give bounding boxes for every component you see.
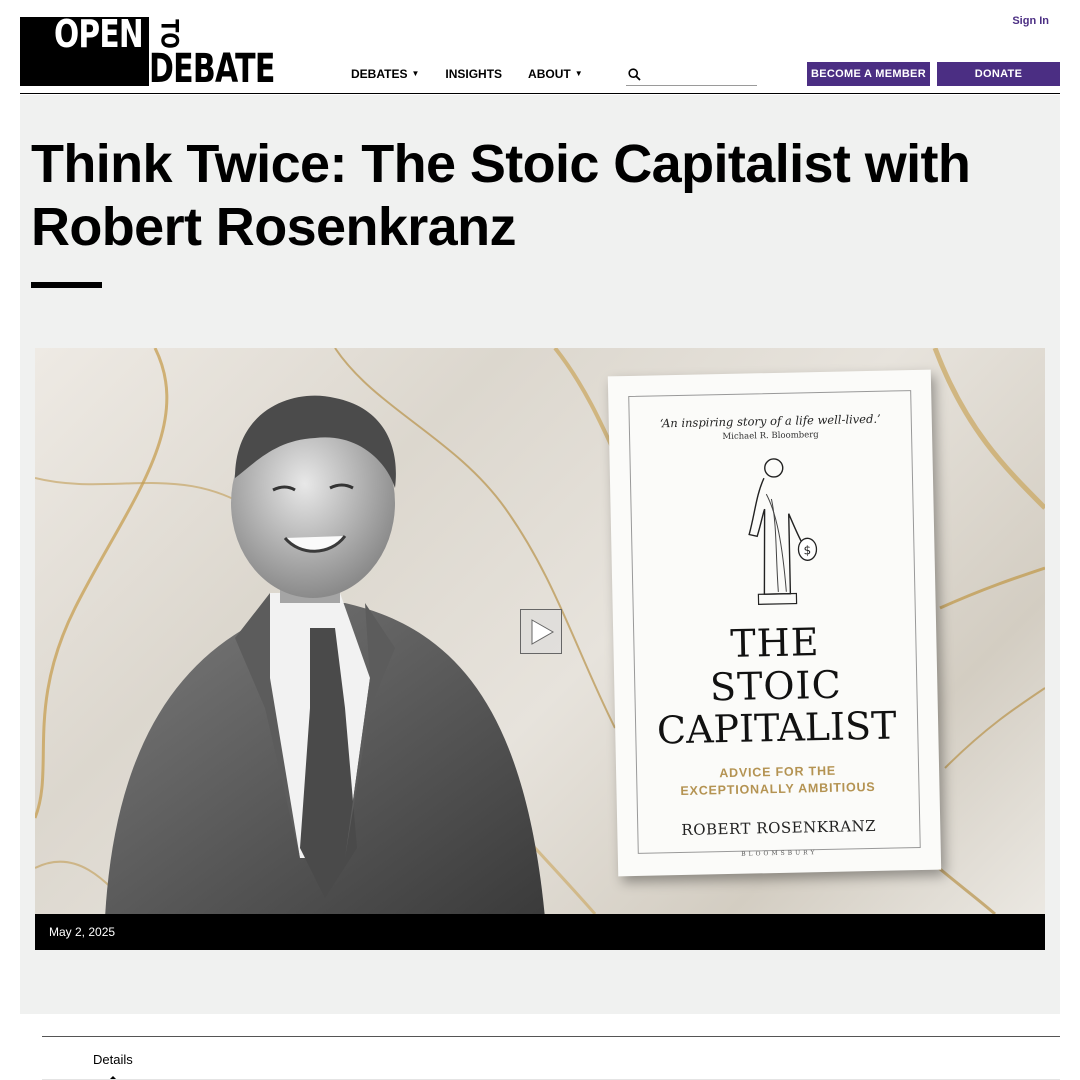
svg-text:$: $ xyxy=(803,543,811,557)
logo-word-open: OPEN xyxy=(54,12,144,56)
nav-item-label: DEBATES xyxy=(351,67,408,81)
book-subtitle: ADVICE FOR THE EXCEPTIONALLY AMBITIOUS xyxy=(637,761,919,801)
book-cover-frame: ‘An inspiring story of a life well-lived… xyxy=(628,390,921,858)
sign-in-link[interactable]: Sign In xyxy=(1012,15,1049,27)
video-player[interactable]: ‘An inspiring story of a life well-lived… xyxy=(35,348,1045,914)
search-input[interactable] xyxy=(646,65,754,83)
book-title-line: CAPITALIST xyxy=(656,703,897,753)
content-tabs: Details xyxy=(42,1036,1060,1080)
play-button[interactable] xyxy=(520,609,562,654)
nav-item-insights[interactable]: INSIGHTS xyxy=(445,67,502,81)
book-author: ROBERT ROSENKRANZ xyxy=(681,816,877,839)
publish-date: May 2, 2025 xyxy=(49,925,116,939)
become-member-button[interactable]: BECOME A MEMBER xyxy=(807,62,930,86)
book-quote-attribution: Michael R. Bloomberg xyxy=(722,430,819,443)
nav-item-label: INSIGHTS xyxy=(445,67,503,81)
book-cover: ‘An inspiring story of a life well-lived… xyxy=(607,369,942,877)
episode-hero: Think Twice: The Stoic Capitalist with R… xyxy=(20,95,1060,1014)
nav-item-label: ABOUT xyxy=(528,67,571,81)
caret-down-icon: ▼ xyxy=(574,69,583,78)
tab-details[interactable]: Details xyxy=(93,1052,133,1067)
book-publisher: BLOOMSBURY xyxy=(741,849,818,858)
speaker-portrait xyxy=(105,395,545,914)
caret-down-icon: ▼ xyxy=(411,69,420,78)
stoic-statue-illustration: $ xyxy=(748,458,818,605)
search-box xyxy=(626,63,757,86)
logo-word-to: TO xyxy=(155,19,184,49)
book-title-line: THE xyxy=(729,620,820,666)
nav-item-about[interactable]: ABOUT ▼ xyxy=(528,67,583,81)
page-title: Think Twice: The Stoic Capitalist with R… xyxy=(31,134,971,257)
play-icon xyxy=(531,618,555,645)
date-bar: May 2, 2025 xyxy=(35,914,1045,950)
site-header: OPEN TO DEBATE Sign In DEBATES ▼ INSIGHT… xyxy=(20,0,1060,94)
logo-word-debate: DEBATE xyxy=(149,46,275,92)
donate-button[interactable]: DONATE xyxy=(937,62,1060,86)
main-nav: DEBATES ▼ INSIGHTS ABOUT ▼ xyxy=(351,67,583,81)
search-icon[interactable] xyxy=(628,68,641,81)
nav-item-debates[interactable]: DEBATES ▼ xyxy=(351,67,419,81)
open-to-debate-logo[interactable]: OPEN TO DEBATE xyxy=(20,12,275,89)
title-underline xyxy=(31,282,102,288)
